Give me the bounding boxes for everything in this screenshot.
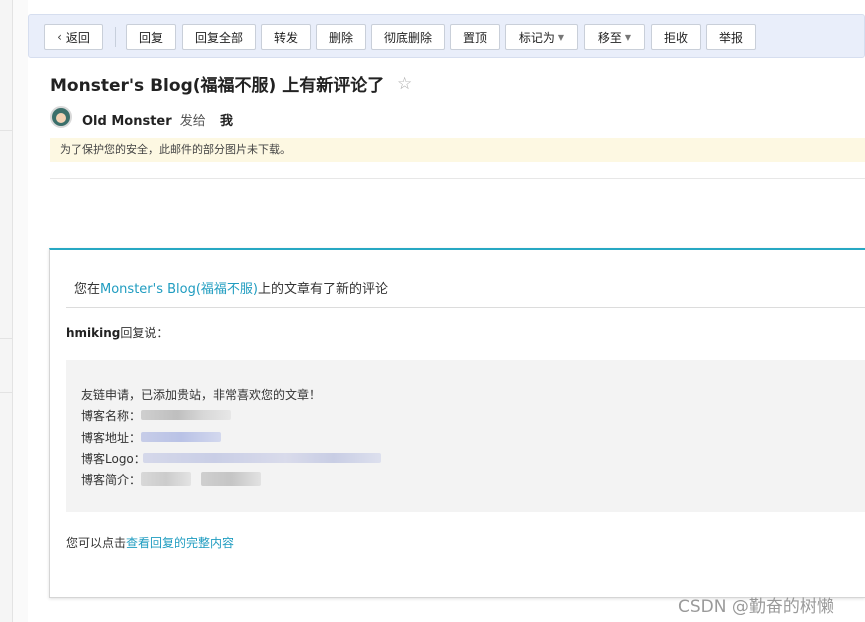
blurred-blog-intro (201, 472, 261, 486)
title-suffix: 上的文章有了新的评论 (258, 282, 389, 297)
blog-intro-label: 博客简介： (81, 473, 142, 487)
panel-divider (0, 338, 13, 339)
reject-label: 拒收 (663, 30, 688, 45)
blurred-blog-logo-url (143, 453, 381, 463)
sender-name[interactable]: Old Monster (82, 114, 172, 129)
email-body-card: 您在Monster's Blog(福福不服)上的文章有了新的评论 hmiking… (49, 248, 865, 598)
reply-said: 回复说： (120, 326, 169, 340)
view-full-reply-link[interactable]: 查看回复的完整内容 (126, 536, 234, 550)
report-button[interactable]: 举报 (706, 24, 756, 50)
comment-text: 友链申请，已添加贵站，非常喜欢您的文章！ (81, 388, 322, 402)
chevron-left-icon: ‹ (57, 30, 62, 44)
delete-permanently-label: 彻底删除 (383, 30, 432, 45)
back-button[interactable]: ‹ 返回 (44, 24, 103, 50)
blog-name-label: 博客名称： (81, 409, 142, 423)
reply-all-button[interactable]: 回复全部 (182, 24, 256, 50)
mark-as-label: 标记为 (518, 30, 555, 45)
reply-label: 回复 (138, 30, 163, 45)
csdn-watermark: CSDN @勤奋的树懒 (678, 597, 834, 617)
view-full-reply-line: 您可以点击查看回复的完整内容 (66, 534, 234, 551)
move-to-label: 移至 (597, 30, 622, 45)
reply-all-label: 回复全部 (194, 30, 243, 45)
delete-button[interactable]: 删除 (316, 24, 366, 50)
blurred-blog-url (141, 432, 221, 442)
avatar[interactable] (50, 106, 72, 128)
forward-button[interactable]: 转发 (261, 24, 311, 50)
blurred-blog-intro (141, 472, 191, 486)
panel-divider (0, 130, 13, 131)
panel-divider (0, 392, 13, 393)
pin-label: 置顶 (462, 30, 487, 45)
card-divider (66, 307, 865, 308)
avatar-face (56, 113, 66, 123)
delete-label: 删除 (328, 30, 353, 45)
email-subject: Monster's Blog(福福不服) 上有新评论了 (50, 76, 385, 96)
reply-author-line: hmiking回复说： (66, 324, 168, 341)
mark-as-dropdown[interactable]: 标记为 ▼ (505, 24, 578, 50)
back-label: 返回 (65, 30, 90, 45)
blog-logo-label: 博客Logo： (81, 452, 146, 466)
footer-prefix: 您可以点击 (66, 536, 127, 550)
star-outline-icon[interactable]: ☆ (397, 74, 412, 94)
blog-link[interactable]: Monster's Blog(福福不服) (100, 282, 258, 297)
caret-down-icon: ▼ (557, 32, 565, 42)
reject-button[interactable]: 拒收 (651, 24, 701, 50)
toolbar-divider (115, 27, 116, 47)
comment-notice-title: 您在Monster's Blog(福福不服)上的文章有了新的评论 (74, 278, 388, 297)
recipient[interactable]: 我 (220, 114, 233, 129)
image-warning-bar: 为了保护您的安全，此邮件的部分图片未下载。 (50, 138, 865, 162)
left-panel-strip (0, 0, 13, 622)
pin-button[interactable]: 置顶 (450, 24, 500, 50)
panel-gap (13, 0, 28, 622)
sent-to-label: 发给 (179, 114, 206, 129)
report-label: 举报 (718, 30, 743, 45)
delete-permanently-button[interactable]: 彻底删除 (371, 24, 445, 50)
blurred-blog-name (141, 410, 231, 420)
header-divider (50, 178, 865, 179)
reply-author: hmiking (66, 326, 121, 340)
caret-down-icon: ▼ (624, 32, 632, 42)
move-to-dropdown[interactable]: 移至 ▼ (584, 24, 645, 50)
sender-line: Old Monster 发给 我 (82, 110, 233, 129)
reply-button[interactable]: 回复 (126, 24, 176, 50)
mail-toolbar: ‹ 返回 回复 回复全部 转发 删除 彻底删除 置顶 标记为 ▼ 移至 ▼ 拒收… (28, 14, 865, 58)
title-prefix: 您在 (74, 282, 101, 297)
forward-label: 转发 (273, 30, 298, 45)
comment-quote-box: 友链申请，已添加贵站，非常喜欢您的文章！ 博客名称： 博客地址： 博客Logo：… (66, 360, 865, 512)
blog-url-label: 博客地址： (81, 431, 142, 445)
